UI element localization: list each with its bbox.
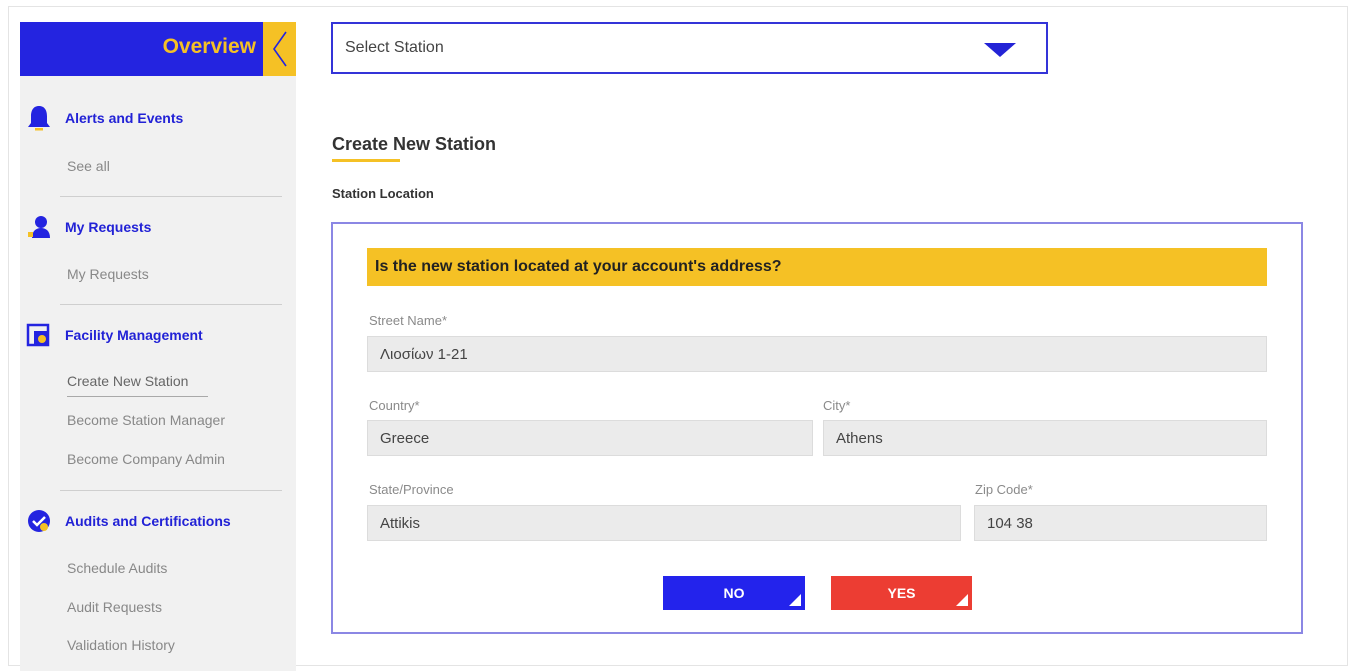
sidebar-section-my-requests[interactable]: My Requests — [20, 213, 151, 241]
sidebar-section-label: My Requests — [65, 219, 152, 235]
address-question: Is the new station located at your accou… — [375, 258, 782, 275]
overview-header: Overview — [20, 22, 296, 76]
zip-value: 104 38 — [987, 515, 1033, 532]
zip-field[interactable]: 104 38 — [974, 505, 1267, 541]
no-button[interactable]: NO — [663, 576, 805, 610]
divider — [60, 196, 282, 197]
sidebar: Overview Alerts and Events See all My Re… — [20, 22, 296, 671]
corner-triangle-icon — [956, 594, 968, 606]
sidebar-item-create-new-station[interactable]: Create New Station — [67, 373, 188, 389]
sidebar-item-validation-history[interactable]: Validation History — [67, 637, 175, 653]
collapse-sidebar-button[interactable] — [263, 22, 296, 76]
sidebar-item-become-company-admin[interactable]: Become Company Admin — [67, 451, 225, 467]
yes-button-label: YES — [887, 585, 916, 601]
no-button-label: NO — [723, 585, 745, 601]
state-field[interactable]: Attikis — [367, 505, 961, 541]
corner-triangle-icon — [789, 594, 801, 606]
title-underline — [332, 159, 400, 162]
station-select-value: Select Station — [345, 39, 444, 56]
sidebar-section-facility-management[interactable]: Facility Management — [20, 321, 203, 349]
address-question-banner: Is the new station located at your accou… — [367, 248, 1267, 286]
overview-title: Overview — [162, 35, 256, 58]
zip-label: Zip Code* — [975, 482, 1033, 497]
yes-button[interactable]: YES — [831, 576, 972, 610]
state-value: Attikis — [380, 515, 421, 532]
sidebar-section-alerts[interactable]: Alerts and Events — [20, 104, 183, 132]
country-field[interactable]: Greece — [367, 420, 813, 456]
user-request-icon — [25, 213, 53, 241]
sidebar-section-label: Alerts and Events — [65, 110, 184, 126]
sidebar-item-become-station-manager[interactable]: Become Station Manager — [67, 412, 225, 428]
facility-icon — [25, 321, 53, 349]
divider — [60, 304, 282, 305]
city-field[interactable]: Athens — [823, 420, 1267, 456]
sidebar-section-audits[interactable]: Audits and Certifications — [20, 507, 231, 535]
street-field[interactable]: Λιοσίων 1-21 — [367, 336, 1267, 372]
sidebar-item-see-all[interactable]: See all — [67, 158, 110, 174]
divider — [60, 490, 282, 491]
station-select[interactable]: Select Station — [331, 22, 1048, 74]
country-label: Country* — [369, 398, 420, 413]
bell-icon — [25, 104, 53, 132]
active-item-underline — [67, 396, 208, 397]
state-label: State/Province — [369, 482, 454, 497]
section-label: Station Location — [332, 186, 434, 201]
chevron-left-icon — [272, 31, 287, 67]
street-label: Street Name* — [369, 313, 448, 328]
sidebar-item-schedule-audits[interactable]: Schedule Audits — [67, 560, 167, 576]
audit-icon — [25, 507, 53, 535]
country-value: Greece — [380, 430, 430, 447]
station-location-panel: Is the new station located at your accou… — [331, 222, 1303, 634]
sidebar-item-audit-requests[interactable]: Audit Requests — [67, 599, 162, 615]
sidebar-section-label: Facility Management — [65, 327, 203, 343]
sidebar-item-my-requests[interactable]: My Requests — [67, 266, 149, 282]
city-label: City* — [823, 398, 851, 413]
city-value: Athens — [836, 430, 883, 447]
sidebar-section-label: Audits and Certifications — [65, 513, 231, 529]
street-value: Λιοσίων 1-21 — [380, 346, 468, 363]
page-title: Create New Station — [332, 134, 497, 154]
caret-down-icon — [984, 43, 1016, 57]
